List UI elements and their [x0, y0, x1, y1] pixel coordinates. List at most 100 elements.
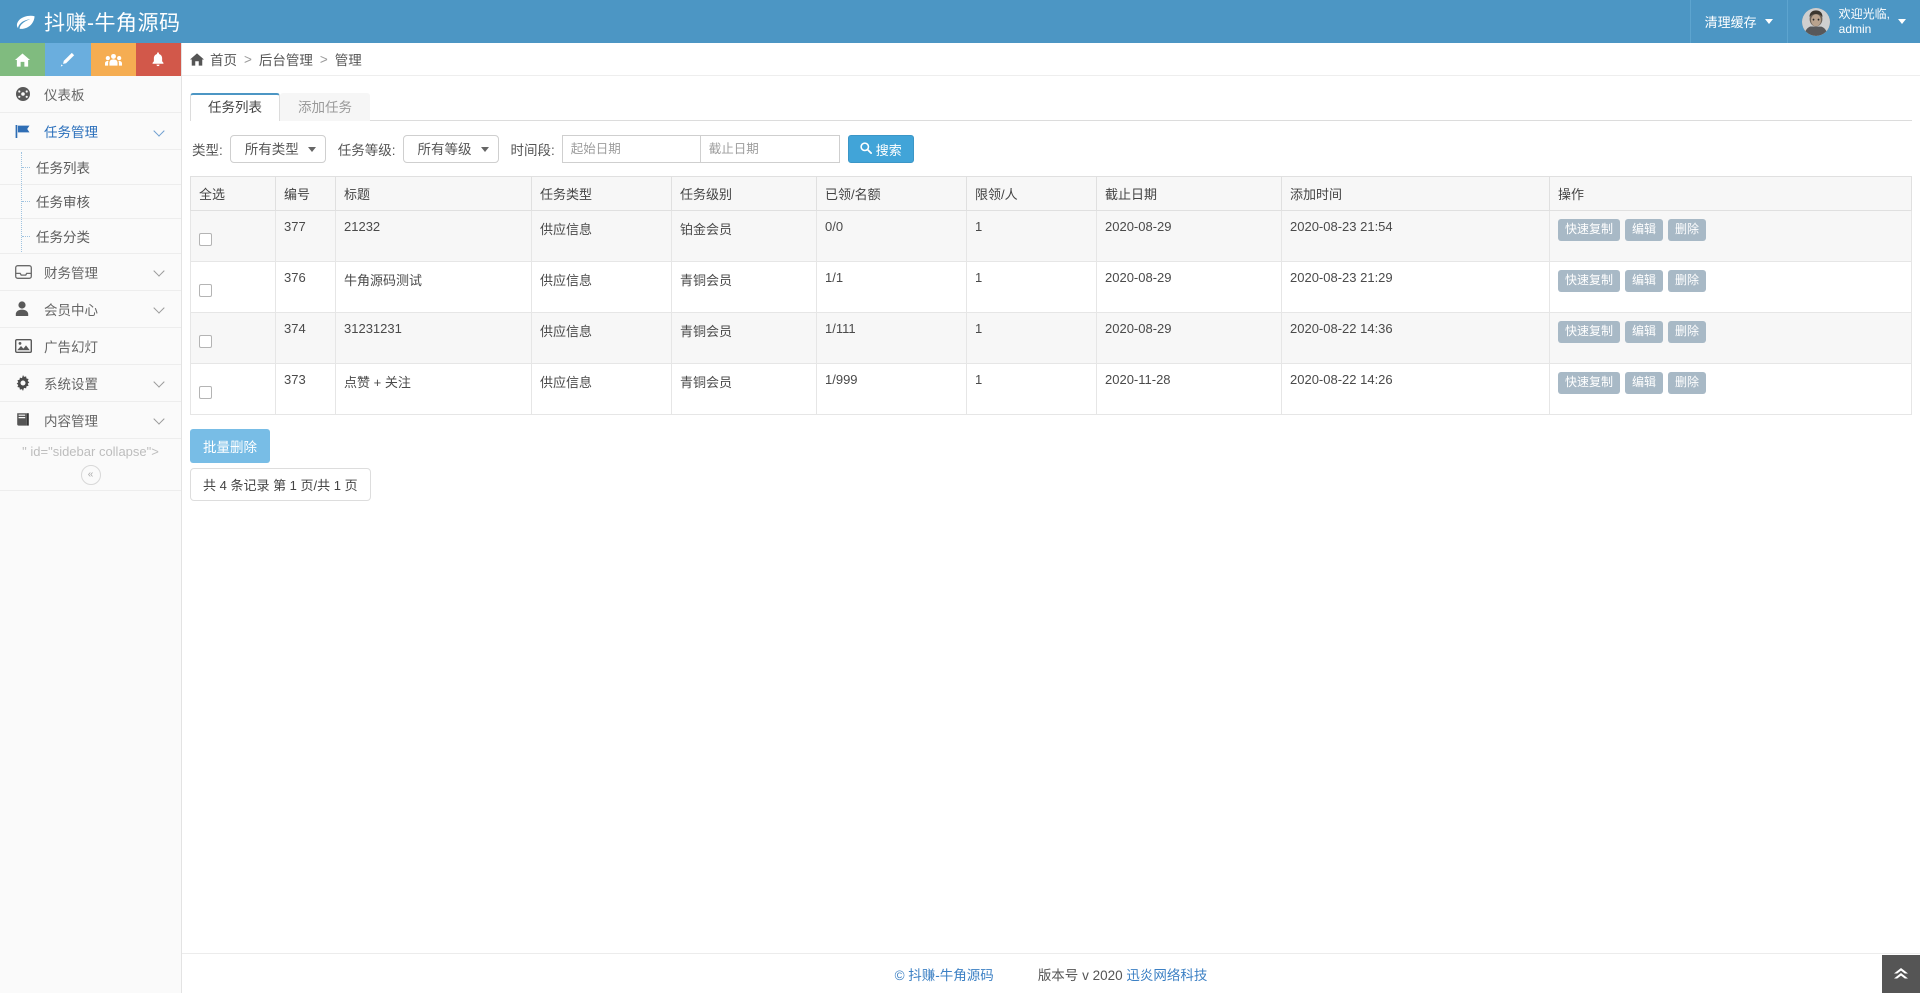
- sidebar-item-ad-slides[interactable]: 广告幻灯: [0, 328, 181, 365]
- user-icon: [15, 301, 37, 316]
- row-task-type: 供应信息: [532, 313, 672, 364]
- row-task-type: 供应信息: [532, 211, 672, 262]
- row-limit: 1: [967, 364, 1097, 415]
- delete-button[interactable]: 删除: [1668, 219, 1706, 241]
- task-table-head: 全选 编号 标题 任务类型 任务级别 已领/名额 限领/人 截止日期 添加时间 …: [191, 177, 1912, 211]
- breadcrumb-item-home[interactable]: 首页: [210, 49, 237, 69]
- row-limit: 1: [967, 211, 1097, 262]
- quick-edit-button[interactable]: [45, 43, 90, 76]
- row-task-level: 青铜会员: [672, 313, 817, 364]
- sidebar-item-member-center[interactable]: 会员中心: [0, 291, 181, 328]
- search-button[interactable]: 搜索: [848, 135, 914, 163]
- level-filter-select[interactable]: 所有等级: [403, 135, 499, 163]
- sidebar-subitem-task-category[interactable]: 任务分类: [0, 219, 181, 254]
- sidebar-collapse-stray-text: " id="sidebar collapse">: [0, 444, 181, 459]
- quick-copy-button[interactable]: 快速复制: [1558, 321, 1620, 343]
- edit-button[interactable]: 编辑: [1625, 372, 1663, 394]
- bulk-delete-button[interactable]: 批量删除: [190, 429, 270, 463]
- row-actions: 快速复制编辑删除: [1550, 262, 1912, 313]
- user-info: 欢迎光临, admin: [1839, 7, 1890, 37]
- chevron-down-icon: [154, 414, 165, 425]
- footer-company-link[interactable]: 迅炎网络科技: [1126, 964, 1207, 984]
- row-limit: 1: [967, 262, 1097, 313]
- chevron-down-icon: [154, 377, 165, 388]
- delete-button[interactable]: 删除: [1668, 372, 1706, 394]
- sidebar-item-finance[interactable]: 财务管理: [0, 254, 181, 291]
- quick-copy-button[interactable]: 快速复制: [1558, 219, 1620, 241]
- quick-bell-button[interactable]: [136, 43, 181, 76]
- level-filter-label: 任务等级:: [338, 139, 396, 159]
- quick-action-row: [0, 43, 181, 76]
- brand-logo[interactable]: 抖赚-牛角源码: [0, 0, 182, 43]
- table-header-row: 全选 编号 标题 任务类型 任务级别 已领/名额 限领/人 截止日期 添加时间 …: [191, 177, 1912, 211]
- main-content: 首页 > 后台管理 > 管理 任务列表 添加任务 类型: 所有类型 任务等级: …: [182, 43, 1920, 993]
- dashboard-icon: [15, 86, 37, 102]
- scroll-to-top-button[interactable]: [1882, 955, 1920, 993]
- image-icon: [15, 339, 37, 353]
- page-content: 任务列表 添加任务 类型: 所有类型 任务等级: 所有等级 时间段:: [182, 76, 1920, 501]
- clear-cache-menu[interactable]: 清理缓存: [1690, 0, 1787, 43]
- row-checkbox[interactable]: [199, 386, 212, 399]
- brand-title: 抖赚-牛角源码: [44, 7, 181, 37]
- row-task-type: 供应信息: [532, 364, 672, 415]
- pagination-summary: 共 4 条记录 第 1 页/共 1 页: [190, 468, 371, 501]
- sidebar-item-dashboard[interactable]: 仪表板: [0, 76, 181, 113]
- row-limit: 1: [967, 313, 1097, 364]
- sidebar-item-content-management[interactable]: 内容管理: [0, 402, 181, 439]
- row-task-level: 青铜会员: [672, 262, 817, 313]
- date-range-group: [562, 135, 840, 163]
- edit-icon: [60, 52, 75, 67]
- type-filter-select[interactable]: 所有类型: [230, 135, 326, 163]
- quick-copy-button[interactable]: 快速复制: [1558, 372, 1620, 394]
- quick-users-button[interactable]: [91, 43, 136, 76]
- row-deadline: 2020-08-29: [1097, 262, 1282, 313]
- user-menu[interactable]: 欢迎光临, admin: [1787, 0, 1920, 43]
- task-table: 全选 编号 标题 任务类型 任务级别 已领/名额 限领/人 截止日期 添加时间 …: [190, 176, 1912, 415]
- breadcrumb-item-admin[interactable]: 后台管理: [259, 49, 313, 69]
- sidebar-subitem-label: 任务分类: [36, 226, 90, 246]
- row-deadline: 2020-11-28: [1097, 364, 1282, 415]
- delete-button[interactable]: 删除: [1668, 270, 1706, 292]
- breadcrumb-item-manage[interactable]: 管理: [335, 49, 362, 69]
- date-start-input[interactable]: [562, 135, 701, 163]
- sidebar-item-system-settings[interactable]: 系统设置: [0, 365, 181, 402]
- row-select-cell: [191, 211, 276, 262]
- sidebar-subitem-task-list[interactable]: 任务列表: [0, 150, 181, 185]
- row-deadline: 2020-08-29: [1097, 313, 1282, 364]
- sidebar-nav: 仪表板 任务管理: [0, 76, 181, 150]
- quick-copy-button[interactable]: 快速复制: [1558, 270, 1620, 292]
- tab-task-list[interactable]: 任务列表: [190, 93, 280, 122]
- col-select-all: 全选: [191, 177, 276, 211]
- delete-button[interactable]: 删除: [1668, 321, 1706, 343]
- filter-bar: 类型: 所有类型 任务等级: 所有等级 时间段:: [190, 121, 1912, 176]
- edit-button[interactable]: 编辑: [1625, 321, 1663, 343]
- col-deadline: 截止日期: [1097, 177, 1282, 211]
- tab-add-task[interactable]: 添加任务: [280, 93, 370, 122]
- edit-button[interactable]: 编辑: [1625, 219, 1663, 241]
- row-checkbox[interactable]: [199, 335, 212, 348]
- row-id: 376: [276, 262, 336, 313]
- row-added: 2020-08-22 14:26: [1282, 364, 1550, 415]
- sidebar-item-label: 内容管理: [37, 410, 154, 430]
- row-checkbox[interactable]: [199, 284, 212, 297]
- date-end-input[interactable]: [701, 135, 840, 163]
- sidebar-collapse-button[interactable]: «: [81, 465, 101, 485]
- row-checkbox[interactable]: [199, 233, 212, 246]
- sidebar-item-label: 系统设置: [37, 373, 154, 393]
- level-filter-wrap: 所有等级: [403, 135, 511, 163]
- sidebar-item-task-management[interactable]: 任务管理: [0, 113, 181, 150]
- sidebar-item-label: 仪表板: [37, 84, 165, 104]
- chevron-down-icon: [154, 126, 165, 137]
- search-button-label: 搜索: [876, 140, 902, 159]
- quick-home-button[interactable]: [0, 43, 45, 76]
- chevron-down-icon: [1898, 19, 1906, 24]
- footer-copyright-link[interactable]: © 抖赚-牛角源码: [895, 964, 994, 984]
- sidebar-subitem-task-review[interactable]: 任务审核: [0, 185, 181, 220]
- row-deadline: 2020-08-29: [1097, 211, 1282, 262]
- edit-button[interactable]: 编辑: [1625, 270, 1663, 292]
- type-filter-label: 类型:: [192, 139, 223, 159]
- gear-icon: [15, 375, 37, 391]
- breadcrumb-separator: >: [244, 52, 252, 67]
- row-added: 2020-08-23 21:29: [1282, 262, 1550, 313]
- users-icon: [105, 53, 122, 67]
